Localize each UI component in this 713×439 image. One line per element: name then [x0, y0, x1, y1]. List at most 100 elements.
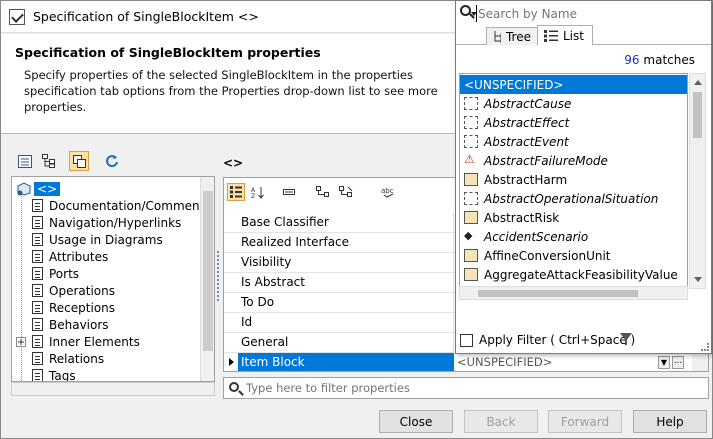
tree-item[interactable]: Navigation/Hyperlinks [32, 214, 181, 231]
document-icon [32, 369, 43, 381]
apply-filter-checkbox[interactable] [460, 333, 473, 347]
dropdown-arrow-icon[interactable]: ▼ [658, 356, 670, 369]
list-item[interactable]: <UNSPECIFIED> [460, 75, 687, 94]
svg-text:abc: abc [381, 187, 394, 195]
property-name: To Do [241, 295, 275, 309]
list-item[interactable]: AbstractRisk [460, 208, 687, 227]
property-value-combo[interactable]: <UNSPECIFIED> [457, 355, 552, 369]
tree-item-label: Behaviors [49, 317, 109, 332]
tree-horizontal-scrollbar[interactable] [11, 382, 215, 396]
search-icon [229, 382, 239, 392]
tree-root-label: <> [34, 181, 61, 196]
search-by-name-input[interactable] [476, 5, 704, 22]
close-button[interactable]: Close [379, 410, 453, 433]
tree-item-label: Documentation/Comments [49, 198, 211, 213]
list-vertical-scrollbar[interactable] [689, 73, 706, 289]
property-filter-input[interactable] [246, 380, 696, 396]
filter-funnel-icon[interactable] [620, 333, 632, 345]
list-item[interactable]: AggregateAttackFeasibilityValue [460, 265, 687, 284]
list-item[interactable]: AbstractHarm [460, 170, 687, 189]
collapse-all-icon[interactable] [337, 183, 355, 201]
forward-button[interactable]: Forward [548, 410, 622, 433]
tree-item[interactable]: Relations [32, 350, 104, 367]
panel-splitter[interactable] [217, 251, 219, 301]
back-button[interactable]: Back [464, 410, 538, 433]
tab-list[interactable]: List [537, 25, 593, 46]
tree-item[interactable]: Operations [32, 282, 115, 299]
scenario-icon [464, 229, 478, 243]
tree-root[interactable]: <> [16, 180, 61, 197]
scroll-up-icon[interactable] [694, 80, 702, 85]
tree-item[interactable]: Behaviors [32, 316, 109, 333]
property-row-selected[interactable]: Item Block <UNSPECIFIED> ▼ ... [224, 353, 708, 371]
tree-item-label: Attributes [49, 249, 109, 264]
help-button[interactable]: Help [633, 410, 707, 433]
scroll-down-icon[interactable] [694, 277, 702, 282]
list-item-label: AffineConversionUnit [484, 248, 611, 263]
column-divider [453, 313, 454, 333]
popup-tabs: Tree List [456, 23, 711, 46]
list-item[interactable]: AbstractEvent [460, 132, 687, 151]
tree-vertical-scrollbar[interactable] [200, 177, 214, 381]
list-item[interactable]: AccidentScenario [460, 227, 687, 246]
row-pointer-icon [229, 358, 234, 366]
property-name: Base Classifier [241, 215, 329, 229]
dashed-block-icon [464, 116, 478, 129]
list-horizontal-scrollbar[interactable] [459, 286, 688, 300]
property-name: Visibility [241, 255, 292, 269]
resize-grip-icon[interactable] [701, 343, 709, 351]
apply-filter-option[interactable]: Apply Filter ( Ctrl+Space ) [460, 333, 635, 347]
show-specification-icon[interactable] [15, 151, 35, 171]
popup-search-bar [456, 1, 711, 25]
copy-icon[interactable] [69, 151, 89, 171]
refresh-icon[interactable] [102, 151, 122, 171]
document-icon [32, 301, 43, 314]
tree-item-label: Operations [49, 283, 115, 298]
property-name: Realized Interface [241, 235, 350, 249]
tree-item[interactable]: Receptions [32, 299, 115, 316]
scroll-thumb[interactable] [478, 290, 638, 297]
expand-all-icon[interactable] [314, 183, 332, 201]
list-item[interactable]: AffineConversionUnit [460, 246, 687, 265]
list-item-label: AbstractHarm [484, 172, 568, 187]
specification-tree[interactable]: <> Documentation/Comments Navigation/Hyp… [11, 176, 215, 382]
tree-item[interactable]: Tags [32, 367, 76, 381]
list-item-label: AbstractFailureMode [484, 153, 608, 168]
apply-filter-label: Apply Filter ( Ctrl+Space ) [479, 333, 636, 347]
dashed-block-icon [464, 97, 478, 110]
tree-item[interactable]: Inner Elements [16, 333, 140, 350]
tree-structure-icon[interactable] [39, 151, 59, 171]
scroll-thumb[interactable] [203, 191, 213, 351]
categorized-view-icon[interactable] [227, 183, 245, 201]
tree-item[interactable]: Documentation/Comments [32, 197, 211, 214]
match-count-suffix: matches [643, 53, 695, 67]
scroll-thumb[interactable] [693, 92, 702, 138]
more-options-button[interactable]: ... [672, 356, 684, 369]
tab-list-label: List [563, 28, 584, 43]
list-item-label: AbstractRisk [484, 210, 560, 225]
list-item[interactable]: AbstractOperationalSituation [460, 189, 687, 208]
list-item-label: AggregateAttackFeasibilityValue [484, 267, 678, 282]
search-icon[interactable] [460, 5, 471, 16]
tree-item[interactable]: Ports [32, 265, 79, 282]
list-item[interactable]: AbstractCause [460, 94, 687, 113]
list-item-label: AccidentScenario [484, 229, 589, 244]
warning-icon [464, 152, 478, 167]
header-description: Specify properties of the selected Singl… [24, 68, 438, 114]
property-filter-box [223, 377, 709, 399]
list-item[interactable]: AbstractEffect [460, 113, 687, 132]
tree-item-label: Receptions [49, 300, 116, 315]
tree-item[interactable]: Usage in Diagrams [32, 231, 163, 248]
list-item[interactable]: AbstractFailureMode [460, 151, 687, 170]
block-icon [464, 268, 478, 281]
expand-icon[interactable] [16, 336, 26, 347]
spelling-check-icon[interactable]: abc [379, 183, 397, 201]
tree-item[interactable]: Attributes [32, 248, 108, 265]
tree-item-label: Ports [49, 266, 80, 281]
block-icon [17, 181, 31, 196]
property-name: Item Block [241, 355, 305, 369]
tab-tree[interactable]: Tree [486, 27, 538, 45]
collapse-rows-icon[interactable] [280, 183, 298, 201]
sort-alphabetical-icon[interactable]: AZ [248, 183, 266, 201]
match-count-number: 96 [624, 53, 640, 67]
